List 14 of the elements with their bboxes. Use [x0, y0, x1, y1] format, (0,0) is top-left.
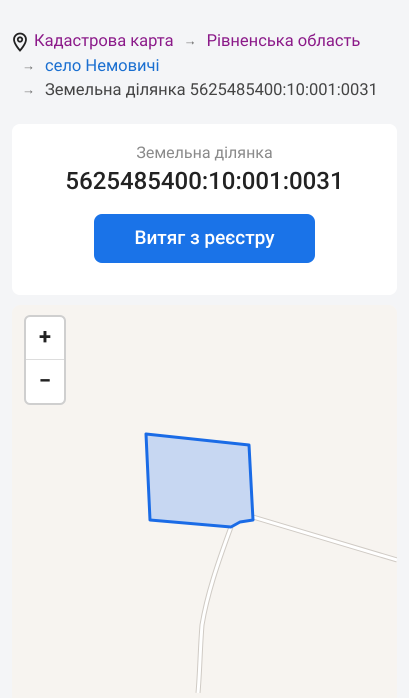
registry-extract-button[interactable]: Витяг з реєстру	[94, 214, 315, 262]
zoom-out-button[interactable]: −	[26, 360, 64, 402]
breadcrumb-current: Земельна ділянка 5625485400:10:001:0031	[45, 80, 378, 102]
arrow-separator: →	[22, 58, 35, 76]
parcel-caption: Земельна ділянка	[136, 142, 273, 164]
map[interactable]: + −	[12, 304, 397, 698]
breadcrumb-link[interactable]: Кадастрова карта	[34, 30, 174, 54]
arrow-separator: →	[22, 82, 35, 100]
breadcrumb-link[interactable]: Рівненська область	[206, 30, 360, 54]
location-pin-icon	[12, 32, 28, 52]
parcel-number: 5625485400:10:001:0031	[65, 166, 344, 196]
arrow-separator: →	[184, 33, 197, 51]
breadcrumb-link[interactable]: село Немовичі	[45, 54, 160, 79]
zoom-in-button[interactable]: +	[26, 316, 64, 360]
